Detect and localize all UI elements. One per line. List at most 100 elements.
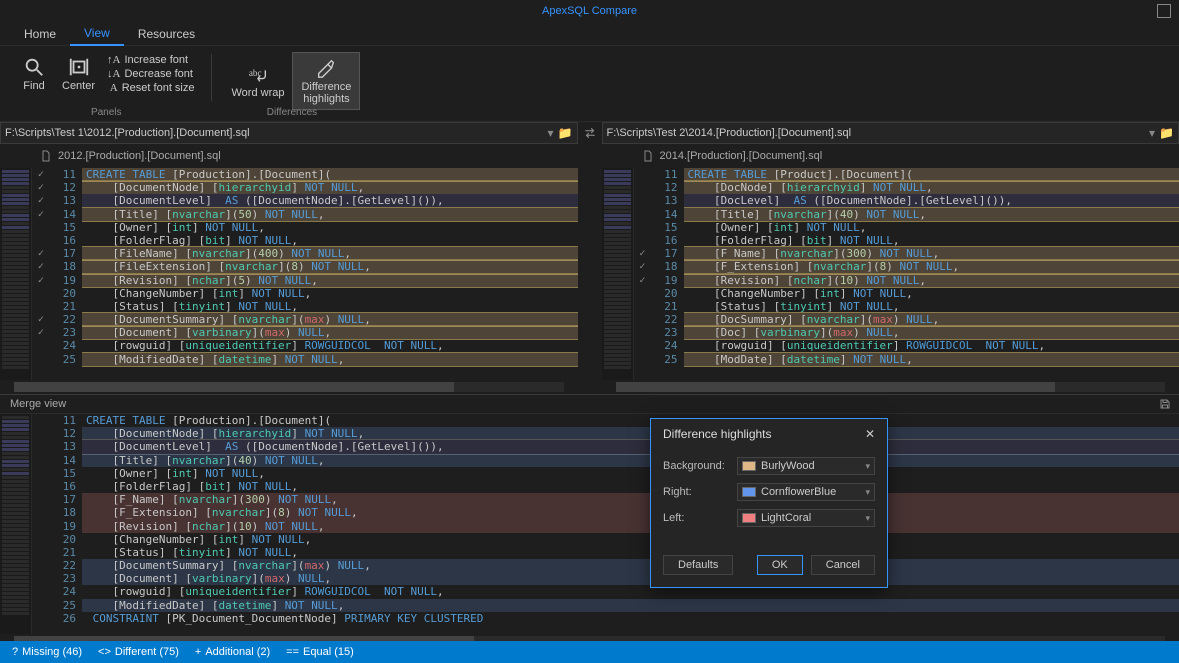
code-line[interactable]: [Status] [tinyint] NOT NULL, [684,300,1179,313]
swap-button[interactable] [578,122,602,144]
row-checkbox[interactable]: ✓ [32,274,50,287]
code-line[interactable]: [Status] [tinyint] NOT NULL, [82,300,578,313]
row-checkbox[interactable]: ✓ [634,247,652,260]
chevron-down-icon[interactable]: ▾ [1149,126,1155,140]
row-checkbox[interactable]: ✓ [32,194,50,207]
row-checkbox[interactable] [634,208,652,221]
row-checkbox[interactable]: ✓ [32,208,50,221]
code-line[interactable]: [Title] [nvarchar](50) NOT NULL, [82,208,578,221]
status-additional[interactable]: + Additional (2) [195,646,270,658]
difference-highlights-button[interactable]: Difference highlights [292,52,360,110]
code-line[interactable]: [ModDate] [datetime] NOT NULL, [684,353,1179,366]
code-line[interactable]: [DocumentSummary] [nvarchar](max) NULL, [82,559,1179,572]
code-line[interactable]: [Owner] [int] NOT NULL, [684,221,1179,234]
code-line[interactable]: [ModifiedDate] [datetime] NOT NULL, [82,599,1179,612]
row-checkbox[interactable] [32,221,50,234]
code-line[interactable]: [Owner] [int] NOT NULL, [82,221,578,234]
merge-minimap[interactable] [0,414,32,634]
row-checkbox[interactable] [634,168,652,181]
right-hscroll[interactable] [602,380,1179,394]
code-line[interactable]: [ChangeNumber] [int] NOT NULL, [82,287,578,300]
code-line[interactable]: [ChangeNumber] [int] NOT NULL, [684,287,1179,300]
left-minimap[interactable] [0,168,32,380]
code-line[interactable]: [DocNode] [hierarchyid] NOT NULL, [684,181,1179,194]
tab-resources[interactable]: Resources [124,23,209,45]
folder-open-icon[interactable]: 📁 [1159,126,1174,140]
code-line[interactable]: [Revision] [nchar](10) NOT NULL, [684,274,1179,287]
code-line[interactable]: [ModifiedDate] [datetime] NOT NULL, [82,353,578,366]
row-checkbox[interactable] [634,221,652,234]
code-line[interactable]: [Owner] [int] NOT NULL, [82,467,1179,480]
status-different[interactable]: <> Different (75) [98,646,179,658]
code-line[interactable]: [Doc] [varbinary](max) NULL, [684,326,1179,339]
code-line[interactable]: [FileExtension] [nvarchar](8) NOT NULL, [82,260,578,273]
merge-code[interactable]: CREATE TABLE [Production].[Document]( [D… [82,414,1179,634]
increase-font-button[interactable]: ↑A Increase font [103,53,198,67]
row-checkbox[interactable]: ✓ [32,247,50,260]
background-combo[interactable]: BurlyWood ▾ [737,457,875,475]
code-line[interactable]: [Title] [nvarchar](40) NOT NULL, [684,208,1179,221]
ok-button[interactable]: OK [757,555,803,575]
row-checkbox[interactable] [32,287,50,300]
right-combo[interactable]: CornflowerBlue ▾ [737,483,875,501]
row-checkbox[interactable]: ✓ [32,260,50,273]
left-hscroll[interactable] [0,380,578,394]
row-checkbox[interactable]: ✓ [32,313,50,326]
row-checkbox[interactable] [634,300,652,313]
row-checkbox[interactable] [32,300,50,313]
row-checkbox[interactable] [634,339,652,352]
chevron-down-icon[interactable]: ▾ [548,126,554,140]
row-checkbox[interactable] [32,353,50,366]
code-line[interactable]: [Revision] [nchar](10) NOT NULL, [82,520,1179,533]
code-line[interactable]: [DocumentLevel] AS ([DocumentNode].[GetL… [82,194,578,207]
row-checkbox[interactable]: ✓ [32,326,50,339]
row-checkbox[interactable] [634,353,652,366]
close-icon[interactable]: ✕ [865,427,875,441]
row-checkbox[interactable]: ✓ [32,181,50,194]
code-line[interactable]: CREATE TABLE [Product].[Document]( [684,168,1179,181]
reset-font-button[interactable]: A Reset font size [103,81,198,95]
code-line[interactable]: [DocSummary] [nvarchar](max) NULL, [684,313,1179,326]
code-line[interactable]: [F_Name] [nvarchar](300) NOT NULL, [82,493,1179,506]
row-checkbox[interactable]: ✓ [32,168,50,181]
left-combo[interactable]: LightCoral ▾ [737,509,875,527]
save-icon[interactable] [1159,398,1171,410]
code-line[interactable]: [F_Name] [nvarchar](300) NOT NULL, [684,247,1179,260]
defaults-button[interactable]: Defaults [663,555,733,575]
code-line[interactable]: [F_Extension] [nvarchar](8) NOT NULL, [684,260,1179,273]
code-line[interactable]: [Document] [varbinary](max) NULL, [82,572,1179,585]
code-line[interactable]: [ChangeNumber] [int] NOT NULL, [82,533,1179,546]
cancel-button[interactable]: Cancel [811,555,875,575]
code-line[interactable]: [Status] [tinyint] NOT NULL, [82,546,1179,559]
row-checkbox[interactable] [634,313,652,326]
folder-open-icon[interactable]: 📁 [558,126,573,140]
code-line[interactable]: CONSTRAINT [PK_Document_DocumentNode] PR… [82,612,1179,625]
code-line[interactable]: [F_Extension] [nvarchar](8) NOT NULL, [82,506,1179,519]
decrease-font-button[interactable]: ↓A Decrease font [103,67,198,81]
row-checkbox[interactable] [634,287,652,300]
row-checkbox[interactable]: ✓ [634,260,652,273]
row-checkbox[interactable] [32,339,50,352]
code-line[interactable]: [FolderFlag] [bit] NOT NULL, [82,480,1179,493]
row-checkbox[interactable] [32,234,50,247]
code-line[interactable]: [DocumentLevel] AS ([DocumentNode].[GetL… [82,440,1179,453]
code-line[interactable]: [DocumentNode] [hierarchyid] NOT NULL, [82,181,578,194]
row-checkbox[interactable] [634,234,652,247]
code-line[interactable]: [rowguid] [uniqueidentifier] ROWGUIDCOL … [82,339,578,352]
find-button[interactable]: Find [14,52,54,96]
code-line[interactable]: [Document] [varbinary](max) NULL, [82,326,578,339]
tab-home[interactable]: Home [10,23,70,45]
code-line[interactable]: [FileName] [nvarchar](400) NOT NULL, [82,247,578,260]
code-line[interactable]: CREATE TABLE [Production].[Document]( [82,414,1179,427]
row-checkbox[interactable] [634,181,652,194]
window-restore-icon[interactable] [1157,4,1171,18]
status-equal[interactable]: == Equal (15) [286,646,354,658]
code-line[interactable]: [rowguid] [uniqueidentifier] ROWGUIDCOL … [684,339,1179,352]
code-line[interactable]: [Title] [nvarchar](40) NOT NULL, [82,454,1179,467]
center-button[interactable]: Center [54,52,103,96]
code-line[interactable]: [DocLevel] AS ([DocumentNode].[GetLevel]… [684,194,1179,207]
code-line[interactable]: [FolderFlag] [bit] NOT NULL, [82,234,578,247]
word-wrap-button[interactable]: abc Word wrap [224,52,293,110]
left-code[interactable]: CREATE TABLE [Production].[Document]( [D… [82,168,578,380]
code-line[interactable]: [DocumentSummary] [nvarchar](max) NULL, [82,313,578,326]
